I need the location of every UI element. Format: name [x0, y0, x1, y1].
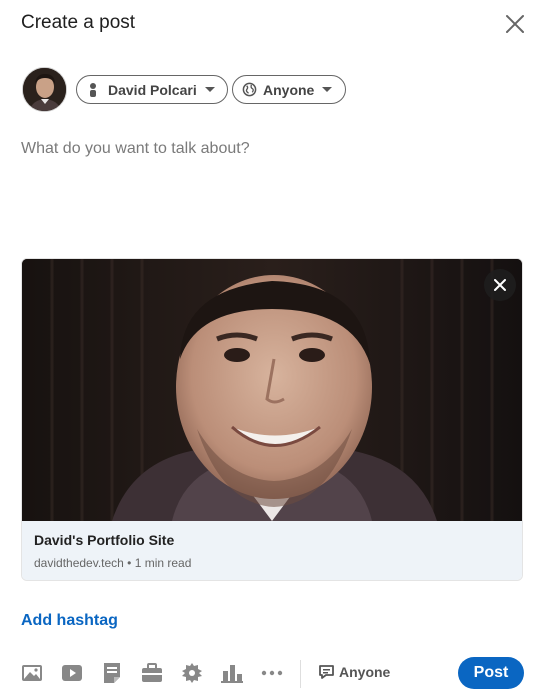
chevron-down-icon: [322, 87, 333, 92]
close-icon: [506, 15, 524, 33]
post-button[interactable]: Post: [458, 657, 524, 689]
link-preview-card: David's Portfolio Site davidthedev.tech …: [21, 258, 523, 581]
photo-icon: [22, 665, 42, 681]
add-hashtag-link[interactable]: Add hashtag: [21, 612, 118, 630]
comment-audience-label: Anyone: [339, 664, 391, 680]
create-poll-button[interactable]: [220, 661, 244, 685]
comment-icon: [319, 665, 334, 679]
person-icon: [90, 82, 96, 97]
globe-icon: [242, 82, 257, 97]
add-video-button[interactable]: [60, 661, 84, 685]
celebrate-button[interactable]: [180, 661, 204, 685]
author-name: David Polcari: [108, 81, 197, 98]
more-options-button[interactable]: [260, 661, 284, 685]
avatar: [22, 67, 67, 112]
link-preview-title: David's Portfolio Site: [34, 532, 175, 548]
chevron-down-icon: [204, 87, 215, 92]
comment-audience-button[interactable]: Anyone: [318, 664, 390, 680]
celebrate-icon: [182, 663, 202, 683]
toolbar-divider: [300, 660, 301, 688]
close-icon: [494, 279, 506, 291]
poll-icon: [221, 665, 243, 683]
link-preview-meta: David's Portfolio Site davidthedev.tech …: [22, 521, 522, 580]
dialog-title: Create a post: [21, 12, 136, 33]
add-job-button[interactable]: [140, 661, 164, 685]
link-preview-subtitle: davidthedev.tech • 1 min read: [34, 556, 192, 570]
video-icon: [62, 665, 82, 681]
audience-label: Anyone: [263, 81, 315, 98]
audience-selector[interactable]: Anyone: [232, 75, 346, 104]
add-photo-button[interactable]: [20, 661, 44, 685]
post-text-editor[interactable]: What do you want to talk about?: [21, 140, 521, 158]
link-preview-image: [22, 259, 522, 521]
more-icon: [261, 670, 283, 676]
close-dialog-button[interactable]: [503, 12, 527, 36]
remove-preview-button[interactable]: [484, 269, 516, 301]
document-icon: [104, 663, 120, 683]
add-document-button[interactable]: [100, 661, 124, 685]
author-selector[interactable]: David Polcari: [76, 75, 228, 104]
briefcase-icon: [142, 663, 162, 682]
